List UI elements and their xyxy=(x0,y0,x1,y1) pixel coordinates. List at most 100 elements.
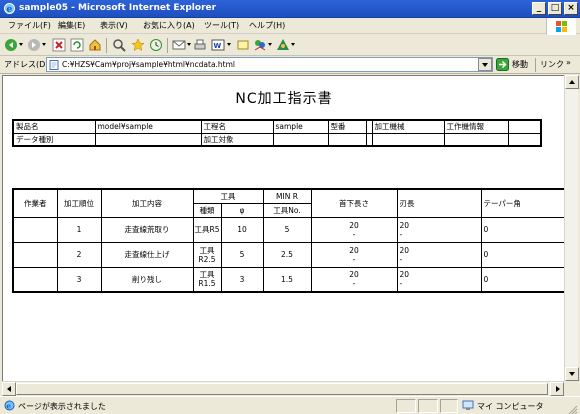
forward-dropdown-icon[interactable] xyxy=(42,43,46,46)
cell-worker xyxy=(12,216,58,243)
blade-value: 20 xyxy=(399,245,410,255)
cell-tool-phi: 5 xyxy=(220,241,264,268)
messenger-icon[interactable] xyxy=(253,38,267,52)
window-title: sample05 - Microsoft Internet Explorer xyxy=(19,3,217,13)
info-cell: 工作機情報 xyxy=(443,119,509,134)
cell-minr: 5 xyxy=(262,216,312,243)
close-button[interactable]: × xyxy=(564,2,578,15)
info-table: 製品名 model¥sample 工程名 sample 型番 加工機械 工作機情… xyxy=(12,119,542,147)
tool-type-line: R2.5 xyxy=(198,254,216,264)
title-bar: e sample05 - Microsoft Internet Explorer… xyxy=(0,0,580,18)
ie-logo-icon: e xyxy=(4,3,15,15)
mail-dropdown-icon[interactable] xyxy=(187,43,191,46)
edit-icon[interactable]: W xyxy=(211,38,225,52)
blade-dash: - xyxy=(399,254,403,264)
info-cell: model¥sample xyxy=(94,119,202,134)
status-pane xyxy=(396,399,416,413)
maximize-button[interactable]: □ xyxy=(548,2,562,15)
neck-dash: - xyxy=(352,229,356,239)
back-icon[interactable] xyxy=(4,38,18,52)
favorites-icon[interactable] xyxy=(131,38,145,52)
cell-order: 1 xyxy=(56,216,102,243)
menu-file[interactable]: ファイル(F) xyxy=(8,20,51,31)
info-row: データ種別 加工対象 xyxy=(12,132,542,147)
document-title: NC加工指示書 xyxy=(235,91,333,107)
menu-bar: ファイル(F) 編集(E) 表示(V) お気に入り(A) ツール(T) ヘルプ(… xyxy=(0,18,580,34)
info-cell: sample xyxy=(272,119,329,134)
menu-tools[interactable]: ツール(T) xyxy=(204,20,239,31)
cell-content: 走査線仕上げ xyxy=(100,241,194,268)
horizontal-scrollbar[interactable] xyxy=(2,381,564,396)
home-icon[interactable] xyxy=(88,38,102,52)
scroll-left-icon[interactable] xyxy=(2,382,16,396)
search-icon[interactable] xyxy=(112,38,126,52)
minimize-button[interactable]: _ xyxy=(532,2,546,15)
horizontal-scroll-thumb[interactable] xyxy=(16,383,548,395)
menu-edit[interactable]: 編集(E) xyxy=(58,20,85,31)
status-bar: e ページが表示されました マイ コンピュータ xyxy=(0,396,580,414)
page-icon xyxy=(49,60,59,70)
links-button[interactable]: リンク xyxy=(540,59,564,70)
info-cell xyxy=(327,132,367,147)
blade-dash: - xyxy=(399,279,403,289)
cell-taper-angle: 0 xyxy=(480,266,564,293)
neck-dash: - xyxy=(352,254,356,264)
mail-icon[interactable] xyxy=(172,38,186,52)
info-row: 製品名 model¥sample 工程名 sample 型番 加工機械 工作機情… xyxy=(12,119,542,134)
header-tool-type: 種類 xyxy=(192,202,222,218)
table-row: 2 走査線仕上げ 工具 R2.5 5 2.5 20- 20- 0 xyxy=(12,241,564,268)
address-bar: アドレス(D) C:¥HZS¥Cam¥proj¥sample¥html¥ncda… xyxy=(0,56,580,74)
cell-neck-length: 20- xyxy=(310,216,398,243)
messenger-dropdown-icon[interactable] xyxy=(268,43,272,46)
page-done-icon: e xyxy=(4,400,15,411)
info-cell xyxy=(443,132,509,147)
address-url: C:¥HZS¥Cam¥proj¥sample¥html¥ncdata.html xyxy=(62,60,236,69)
discuss-icon[interactable] xyxy=(236,38,250,52)
go-button[interactable]: 移動 xyxy=(512,59,528,70)
header-order: 加工順位 xyxy=(56,188,102,218)
header-content: 加工内容 xyxy=(100,188,194,218)
address-dropdown-icon[interactable] xyxy=(478,58,492,71)
edit-dropdown-icon[interactable] xyxy=(227,43,231,46)
header-row: 作業者 加工順位 加工内容 工具 MIN R 首下長さ 刃長 テーパー角 xyxy=(12,188,564,218)
forward-icon[interactable] xyxy=(27,38,41,52)
tool-type-line: R1.5 xyxy=(198,279,216,289)
info-cell: データ種別 xyxy=(12,132,96,147)
print-icon[interactable] xyxy=(193,38,207,52)
neck-value: 20 xyxy=(349,220,359,230)
info-cell xyxy=(272,132,329,147)
research-dropdown-icon[interactable] xyxy=(291,43,295,46)
back-dropdown-icon[interactable] xyxy=(19,43,23,46)
menu-help[interactable]: ヘルプ(H) xyxy=(249,20,285,31)
resize-grip-icon[interactable] xyxy=(566,404,578,414)
svg-text:e: e xyxy=(7,402,12,411)
cell-blade-length: 20- xyxy=(396,216,482,243)
scroll-right-icon[interactable] xyxy=(550,382,564,396)
refresh-icon[interactable] xyxy=(70,38,84,52)
go-arrow-icon[interactable] xyxy=(496,58,509,71)
cell-blade-length: 20- xyxy=(396,241,482,268)
header-taper-angle: テーパー角 xyxy=(480,188,564,218)
header-minr: MIN R xyxy=(262,188,312,204)
scroll-down-icon[interactable] xyxy=(565,367,579,381)
cell-minr: 1.5 xyxy=(262,266,312,293)
vertical-scrollbar[interactable] xyxy=(564,75,579,381)
tool-type-line: 工具 xyxy=(199,245,215,255)
stop-icon[interactable] xyxy=(52,38,66,52)
links-chevron-icon[interactable]: » xyxy=(566,58,571,67)
header-worker: 作業者 xyxy=(12,188,58,218)
scroll-up-icon[interactable] xyxy=(565,75,579,89)
menu-favorites[interactable]: お気に入り(A) xyxy=(143,20,195,31)
info-cell: 型番 xyxy=(327,119,367,134)
cell-content: 走査線荒取り xyxy=(100,216,194,243)
research-icon[interactable] xyxy=(276,38,290,52)
computer-icon xyxy=(462,400,474,410)
address-input[interactable]: C:¥HZS¥Cam¥proj¥sample¥html¥ncdata.html xyxy=(46,57,493,72)
info-cell xyxy=(371,132,445,147)
menu-view[interactable]: 表示(V) xyxy=(100,20,128,31)
svg-text:e: e xyxy=(7,5,13,15)
info-cell: 加工対象 xyxy=(200,132,274,147)
cell-neck-length: 20- xyxy=(310,266,398,293)
info-cell xyxy=(507,132,542,147)
history-icon[interactable] xyxy=(149,38,163,52)
